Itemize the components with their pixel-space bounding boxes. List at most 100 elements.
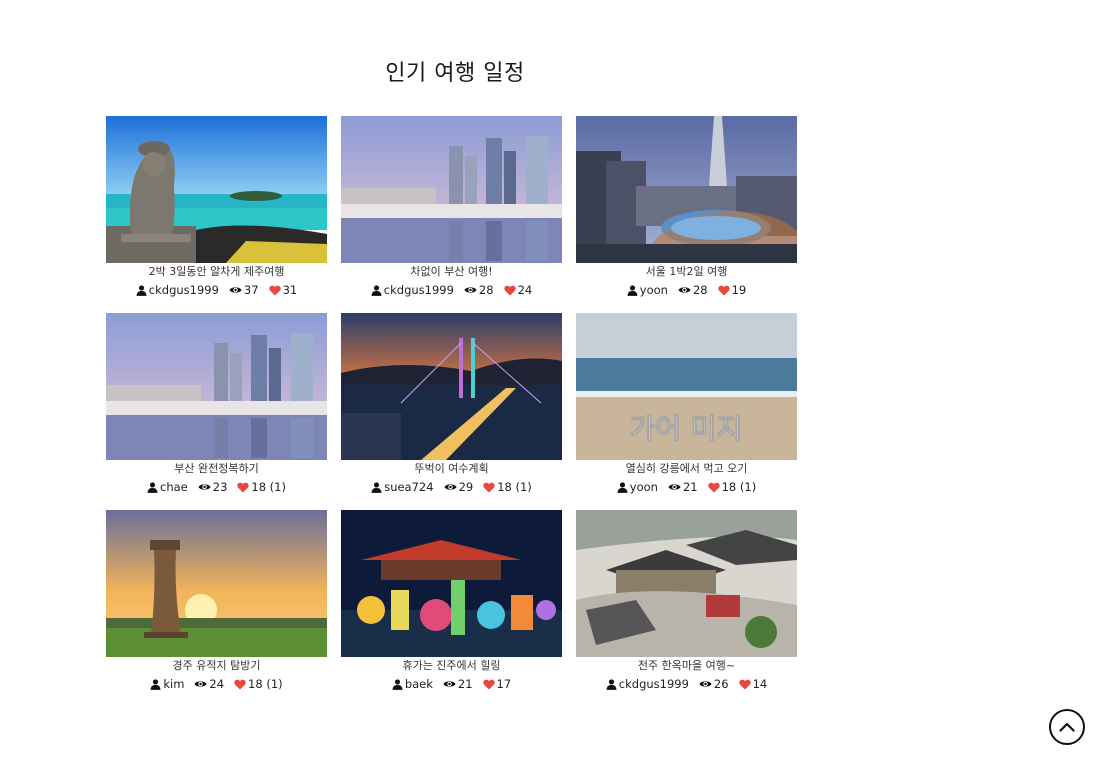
heart-icon [483, 482, 495, 492]
eye-icon [699, 681, 712, 687]
author-name: chae [160, 480, 188, 494]
heart-icon [707, 482, 720, 492]
like-info[interactable]: 31 [268, 283, 297, 297]
view-info: 28 [678, 283, 708, 297]
itinerary-thumbnail-jeonju-hanok-village[interactable] [576, 510, 797, 657]
eye-icon [443, 681, 456, 687]
author-info: suea724 [371, 480, 434, 494]
jeonju-hanok-village-image[interactable] [576, 510, 797, 657]
author-info: ckdgus1999 [606, 677, 689, 691]
like-info[interactable]: 18 (1) [483, 480, 532, 494]
itinerary-card[interactable]: 휴가는 진주에서 힐링 baek 21 17 [341, 510, 562, 707]
page-title: 인기 여행 일정 [385, 60, 525, 86]
eye-icon [678, 287, 691, 293]
view-info: 37 [229, 283, 259, 297]
view-count: 29 [458, 480, 474, 494]
view-count: 26 [713, 677, 729, 691]
itinerary-title[interactable]: 열심히 강릉에서 먹고 오기 [576, 462, 797, 476]
author-info: yoon [627, 283, 668, 297]
gangneung-beach-image[interactable]: 가어 미지 [576, 313, 797, 460]
author-info: yoon [617, 480, 658, 494]
like-info[interactable]: 17 [482, 677, 511, 691]
itinerary-meta: ckdgus1999 26 14 [576, 677, 797, 691]
itinerary-thumbnail-jeju-stone-statue[interactable] [106, 116, 327, 263]
itinerary-card[interactable]: 서울 1박2일 여행 yoon 28 19 [576, 116, 797, 313]
like-count: 24 [517, 283, 533, 297]
itinerary-meta: suea724 29 18 (1) [341, 480, 562, 494]
itinerary-thumbnail-gangneung-beach[interactable]: 가어 미지 [576, 313, 797, 460]
like-info[interactable]: 18 (1) [237, 480, 286, 494]
itinerary-title[interactable]: 차없이 부산 여행! [341, 265, 562, 279]
user-icon [371, 284, 382, 296]
like-count: 18 (1) [721, 480, 757, 494]
itinerary-thumbnail-busan-marina[interactable] [106, 313, 327, 460]
itinerary-thumbnail-jinju-lantern-festival[interactable] [341, 510, 562, 657]
itinerary-card[interactable]: 경주 유적지 탐방기 kim 24 18 (1) [106, 510, 327, 707]
heart-icon [268, 285, 281, 295]
view-info: 23 [198, 480, 228, 494]
yeosu-bridge-image[interactable] [341, 313, 562, 460]
itinerary-title[interactable]: 부산 완전정복하기 [106, 462, 327, 476]
eye-icon [464, 287, 477, 293]
itinerary-card[interactable]: 2박 3일동안 알차게 제주여행 ckdgus1999 37 31 [106, 116, 327, 313]
author-info: chae [147, 480, 188, 494]
itinerary-card[interactable]: 전주 한옥마을 여행~ ckdgus1999 26 14 [576, 510, 797, 707]
like-info[interactable]: 18 (1) [707, 480, 757, 494]
eye-icon [444, 484, 457, 490]
like-info[interactable]: 24 [503, 283, 533, 297]
jinju-lantern-festival-image[interactable] [341, 510, 562, 657]
heart-icon [482, 679, 495, 689]
itinerary-title[interactable]: 서울 1박2일 여행 [576, 265, 797, 279]
view-count: 23 [212, 480, 228, 494]
user-icon [617, 481, 628, 493]
view-count: 21 [457, 677, 473, 691]
itinerary-thumbnail-gyeongju-cheomseongdae[interactable] [106, 510, 327, 657]
itinerary-title[interactable]: 뚜벅이 여수계획 [341, 462, 562, 476]
like-info[interactable]: 19 [717, 283, 747, 297]
author-info: kim [150, 677, 184, 691]
author-name: ckdgus1999 [148, 283, 219, 297]
seoul-lotte-tower-image[interactable] [576, 116, 797, 263]
itinerary-meta: chae 23 18 (1) [106, 480, 327, 494]
like-info[interactable]: 18 (1) [234, 677, 283, 691]
like-count: 14 [752, 677, 768, 691]
eye-icon [668, 484, 681, 490]
author-name: yoon [629, 480, 658, 494]
itinerary-card[interactable]: 가어 미지 열심히 강릉에서 먹고 오기 yoon 21 18 (1) [576, 313, 797, 510]
busan-marina-image[interactable] [341, 116, 562, 263]
user-icon [147, 481, 158, 493]
view-info: 26 [699, 677, 729, 691]
view-count: 24 [209, 677, 225, 691]
chevron-up-icon [1059, 722, 1075, 732]
author-name: baek [404, 677, 433, 691]
view-info: 21 [443, 677, 473, 691]
like-count: 19 [731, 283, 747, 297]
author-name: ckdgus1999 [618, 677, 689, 691]
itinerary-card[interactable]: 차없이 부산 여행! ckdgus1999 28 24 [341, 116, 562, 313]
itinerary-card[interactable]: 부산 완전정복하기 chae 23 18 (1) [106, 313, 327, 510]
itinerary-title[interactable]: 전주 한옥마을 여행~ [576, 659, 797, 673]
busan-marina-image[interactable] [106, 313, 327, 460]
eye-icon [194, 681, 207, 687]
heart-icon [717, 285, 730, 295]
itinerary-title[interactable]: 2박 3일동안 알차게 제주여행 [106, 265, 327, 279]
author-info: ckdgus1999 [136, 283, 219, 297]
user-icon [627, 284, 638, 296]
scroll-top-button[interactable] [1049, 709, 1085, 745]
itinerary-thumbnail-busan-marina[interactable] [341, 116, 562, 263]
like-info[interactable]: 14 [738, 677, 768, 691]
itinerary-meta: baek 21 17 [341, 677, 562, 691]
itinerary-title[interactable]: 경주 유적지 탐방기 [106, 659, 327, 673]
itinerary-thumbnail-yeosu-bridge[interactable] [341, 313, 562, 460]
itinerary-title[interactable]: 휴가는 진주에서 힐링 [341, 659, 562, 673]
user-icon [392, 678, 403, 690]
author-info: ckdgus1999 [371, 283, 454, 297]
itinerary-grid: 2박 3일동안 알차게 제주여행 ckdgus1999 37 31 차없이 부산… [106, 116, 798, 707]
itinerary-meta: ckdgus1999 28 24 [341, 283, 562, 297]
itinerary-thumbnail-seoul-lotte-tower[interactable] [576, 116, 797, 263]
itinerary-card[interactable]: 뚜벅이 여수계획 suea724 29 18 (1) [341, 313, 562, 510]
heart-icon [738, 679, 751, 689]
gyeongju-cheomseongdae-image[interactable] [106, 510, 327, 657]
jeju-stone-statue-image[interactable] [106, 116, 327, 263]
view-count: 28 [478, 283, 494, 297]
